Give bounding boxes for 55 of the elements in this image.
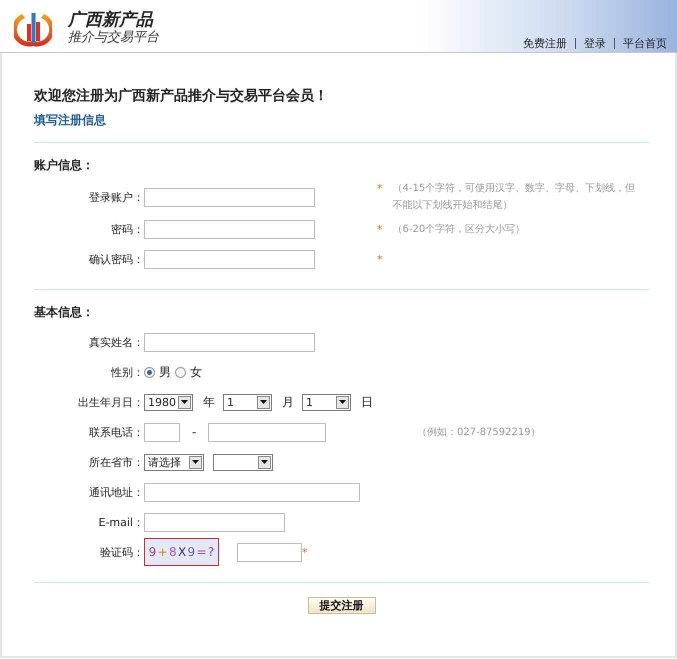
input-field[interactable] xyxy=(144,422,180,442)
section-title: 账户信息： xyxy=(34,158,94,172)
nav-link[interactable]: 平台首页 xyxy=(614,38,667,49)
required-mark: * xyxy=(377,181,382,197)
required-mark: * xyxy=(302,544,308,560)
caret-icon xyxy=(181,400,188,404)
field-label: 登录账户： xyxy=(89,190,144,204)
nav-link[interactable]: 登录 xyxy=(575,38,614,49)
radio-button[interactable] xyxy=(144,366,155,378)
field-label: 性别： xyxy=(111,364,144,380)
field-label: 验证码： xyxy=(100,544,144,560)
field-label: 出生年月日： xyxy=(78,394,144,410)
site-subtitle: 推介与交易平台 xyxy=(68,30,159,46)
input-field[interactable] xyxy=(144,188,315,206)
select-field[interactable] xyxy=(213,454,273,470)
input-field[interactable] xyxy=(144,332,315,352)
input-field[interactable] xyxy=(144,250,315,268)
select-field[interactable]: 1 xyxy=(302,394,351,410)
captcha-image: 9+8 X9=? xyxy=(144,538,219,566)
field-label: E-mail： xyxy=(98,514,144,530)
section-title: 基本信息： xyxy=(34,305,94,319)
page-heading: 欢迎您注册为广西新产品推介与交易平台会员！ xyxy=(34,87,328,105)
hint-text: （6-20个字符，区分大小写） xyxy=(392,222,526,236)
field-label: 确认密码： xyxy=(89,252,144,266)
field-label: 通讯地址： xyxy=(89,484,144,500)
required-mark: * xyxy=(377,252,382,268)
radio-label: 男 xyxy=(159,364,171,380)
radio-button[interactable] xyxy=(175,366,186,378)
field-label: 密码： xyxy=(111,222,144,236)
unit-label: 年 xyxy=(203,394,215,410)
hint-text: （4-15个字符，可使用汉字、数字、字母、下划线，但不能以下划线开始和结尾） xyxy=(392,182,636,213)
separator-text: - xyxy=(192,425,196,439)
input-field[interactable] xyxy=(208,422,326,442)
field-label: 真实姓名： xyxy=(89,334,144,350)
caret-icon xyxy=(260,400,267,404)
select-field[interactable]: 请选择 xyxy=(144,454,204,470)
caret-icon xyxy=(192,460,199,464)
input-field[interactable] xyxy=(237,542,302,562)
required-mark: * xyxy=(377,222,382,238)
unit-label: 日 xyxy=(361,394,373,410)
unit-label: 月 xyxy=(282,394,294,410)
input-field[interactable] xyxy=(144,482,360,502)
select-field[interactable]: 1980 xyxy=(144,394,193,410)
submit-button[interactable]: 提交注册 xyxy=(308,597,376,614)
select-field[interactable]: 1 xyxy=(223,394,272,410)
nav-link[interactable]: 免费注册 xyxy=(515,38,575,49)
hint-text: （例如：027-87592219） xyxy=(417,426,542,440)
caret-icon xyxy=(261,460,268,464)
caret-icon xyxy=(339,400,346,404)
field-label: 所在省市： xyxy=(89,454,144,470)
radio-label: 女 xyxy=(190,364,202,380)
input-field[interactable] xyxy=(144,220,315,238)
field-label: 联系电话： xyxy=(89,424,144,440)
site-title: 广西新产品 xyxy=(68,10,153,30)
input-field[interactable] xyxy=(144,512,285,532)
